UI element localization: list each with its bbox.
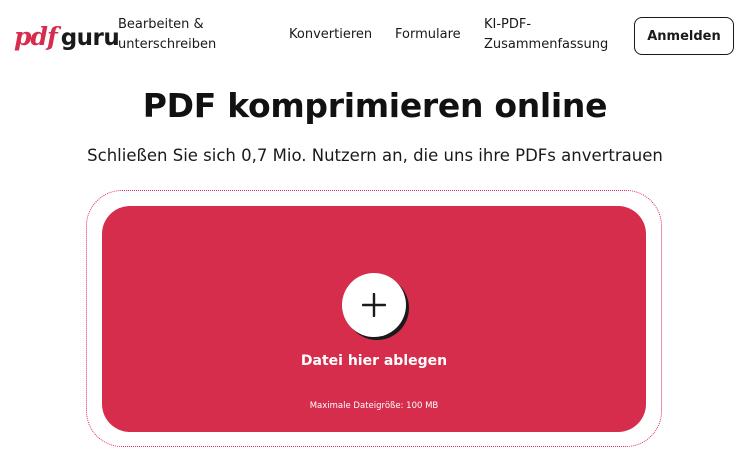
nav-item-edit-sign[interactable]: Bearbeiten & unterschreiben — [118, 15, 238, 55]
logo-pdf-text: pdf — [14, 22, 58, 51]
nav-item-ai-summary[interactable]: KI-PDF-Zusammenfassung — [484, 15, 614, 55]
login-button[interactable]: Anmelden — [634, 17, 734, 55]
page-subtitle: Schließen Sie sich 0,7 Mio. Nutzern an, … — [87, 146, 663, 165]
logo-guru-text: guru — [60, 25, 120, 51]
header: pdf guru Bearbeiten & unterschreiben Kon… — [0, 0, 750, 72]
pdfguru-logo[interactable]: pdf guru — [14, 22, 120, 52]
upload-button[interactable] — [342, 273, 406, 337]
nav-item-forms[interactable]: Formulare — [395, 25, 461, 45]
dropzone-label: Datei hier ablegen — [300, 353, 448, 369]
page-title: PDF komprimieren online — [142, 86, 608, 125]
plus-icon — [362, 293, 386, 317]
nav-item-convert[interactable]: Konvertieren — [289, 25, 372, 45]
max-file-size-note: Maximale Dateigröße: 100 MB — [309, 401, 439, 411]
